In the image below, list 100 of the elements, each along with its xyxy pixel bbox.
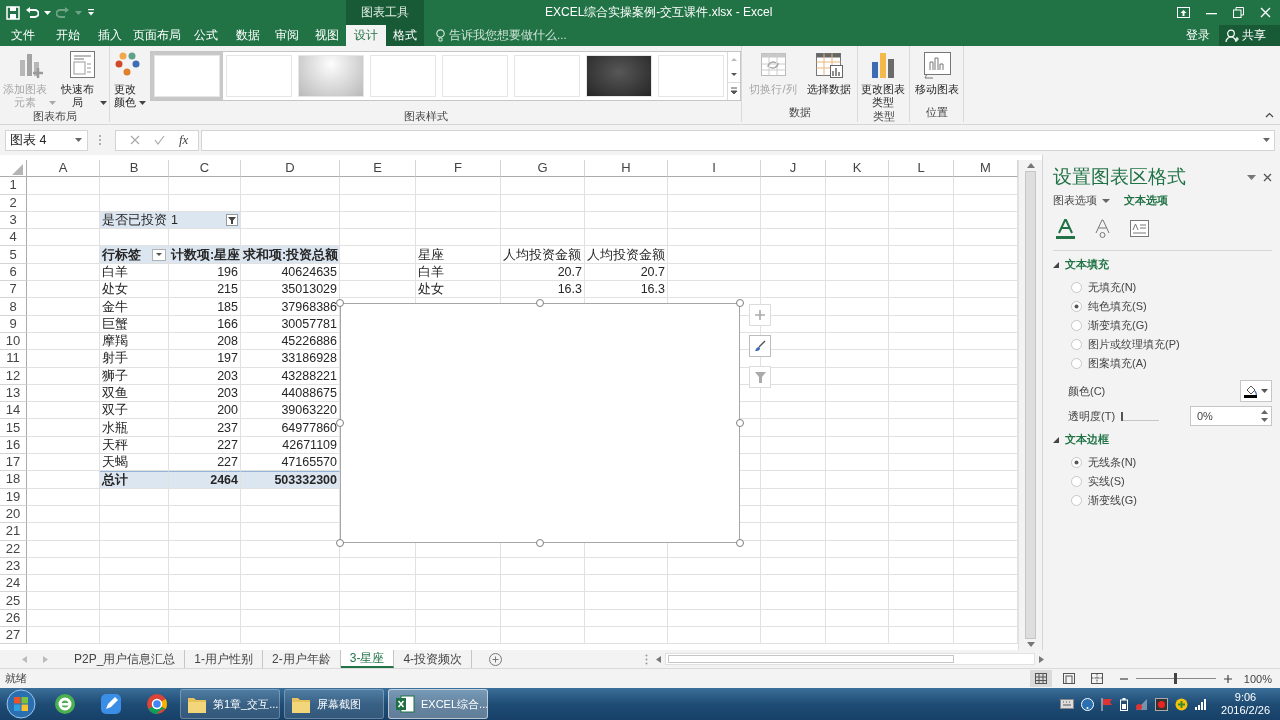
radio-option[interactable]: 实线(S) xyxy=(1071,474,1272,489)
column-header[interactable]: F xyxy=(416,160,501,178)
column-header[interactable]: C xyxy=(169,160,241,178)
section-header[interactable]: 文本边框 xyxy=(1053,432,1272,447)
sheet-cell[interactable]: 40624635 xyxy=(241,263,340,282)
quick-layout-button[interactable]: 快速布局 xyxy=(57,50,107,109)
sign-in-link[interactable]: 登录 xyxy=(1177,25,1219,46)
sheet-cell[interactable]: 求和项:投资总额 xyxy=(241,246,340,264)
column-header[interactable]: L xyxy=(889,160,954,178)
change-chart-type-button[interactable]: 更改图表类型 xyxy=(860,50,906,109)
radio-option[interactable]: 纯色填充(S) xyxy=(1071,299,1272,314)
name-box[interactable]: 图表 4 xyxy=(5,129,88,151)
row-header[interactable]: 17 xyxy=(0,454,27,472)
clock[interactable]: 9:06 2016/2/26 xyxy=(1221,691,1270,717)
pane-tab[interactable]: 图表选项 xyxy=(1053,193,1110,208)
taskbar-button[interactable]: 屏幕截图 xyxy=(284,689,384,719)
row-header[interactable]: 2 xyxy=(0,194,27,212)
sheet-cell[interactable]: 星座 xyxy=(416,246,501,264)
sheet-cell[interactable]: 237 xyxy=(169,419,241,437)
select-data-button[interactable]: 选择数据 xyxy=(803,50,855,96)
sheet-cell[interactable]: 行标签 xyxy=(100,246,169,264)
sheet-cell[interactable]: 人均投资金额 xyxy=(501,246,585,264)
column-header[interactable]: H xyxy=(585,160,668,178)
row-header[interactable]: 8 xyxy=(0,298,27,316)
sheet-cell[interactable]: 503332300 xyxy=(241,471,340,489)
ribbon-tab[interactable]: 数据 xyxy=(228,25,267,46)
radio-option[interactable]: 无线条(N) xyxy=(1071,455,1272,470)
sheet-cell[interactable]: 金牛 xyxy=(100,298,169,316)
sheet-cell[interactable]: 处女 xyxy=(416,281,501,299)
row-header[interactable]: 13 xyxy=(0,384,27,403)
insert-function-button[interactable]: fx xyxy=(179,132,189,148)
row-header[interactable]: 14 xyxy=(0,402,27,420)
ribbon-tab[interactable]: 视图 xyxy=(307,25,346,46)
column-header[interactable]: J xyxy=(761,160,826,178)
share-button[interactable]: 共享 xyxy=(1219,25,1280,46)
sheet-cell[interactable]: 196 xyxy=(169,263,241,282)
row-header[interactable]: 10 xyxy=(0,332,27,351)
row-header[interactable]: 24 xyxy=(0,575,27,593)
sheet-cell[interactable]: 是否已投资 xyxy=(100,211,169,230)
zoom-level[interactable]: 100% xyxy=(1243,672,1272,685)
radio-option[interactable]: 渐变线(G) xyxy=(1071,493,1272,508)
sheet-cell[interactable]: 166 xyxy=(169,315,241,333)
ribbon-tab[interactable]: 审阅 xyxy=(267,25,307,46)
radio-option[interactable]: 图案填充(A) xyxy=(1071,356,1272,371)
sheet-cell[interactable]: 2464 xyxy=(169,471,241,489)
sheet-cell[interactable]: 16.3 xyxy=(585,281,668,299)
ribbon-tab[interactable]: 公式 xyxy=(183,25,228,46)
sheet-cell[interactable]: 狮子 xyxy=(100,367,169,385)
row-header[interactable]: 23 xyxy=(0,557,27,576)
sheet-tab[interactable]: 3-星座 xyxy=(340,650,395,668)
row-header[interactable]: 22 xyxy=(0,540,27,558)
column-header[interactable]: B xyxy=(100,160,169,178)
sheet-cell[interactable]: 白羊 xyxy=(416,263,501,282)
sheet-cell[interactable]: 227 xyxy=(169,436,241,455)
sheet-cell[interactable]: 天秤 xyxy=(100,436,169,455)
radio-option[interactable]: 渐变填充(G) xyxy=(1071,318,1272,333)
row-header[interactable]: 19 xyxy=(0,488,27,506)
sheet-cell[interactable]: 摩羯 xyxy=(100,332,169,351)
row-header[interactable]: 3 xyxy=(0,211,27,230)
ribbon-tab[interactable]: 页面布局 xyxy=(130,25,183,46)
change-colors-button[interactable]: 更改颜色 xyxy=(112,50,146,109)
row-header[interactable]: 18 xyxy=(0,471,27,489)
column-header[interactable]: E xyxy=(340,160,416,178)
section-header[interactable]: 文本填充 xyxy=(1053,257,1272,272)
sheet-cell[interactable]: 20.7 xyxy=(585,263,668,282)
row-header[interactable]: 5 xyxy=(0,246,27,264)
sheet-cell[interactable]: 计数项:星座 xyxy=(169,246,241,264)
sheet-cell[interactable]: 白羊 xyxy=(100,263,169,282)
sheet-cell[interactable]: 巨蟹 xyxy=(100,315,169,333)
sheet-cell[interactable]: 203 xyxy=(169,384,241,403)
column-header[interactable]: A xyxy=(27,160,100,178)
sheet-cell[interactable]: 20.7 xyxy=(501,263,585,282)
row-header[interactable]: 20 xyxy=(0,505,27,524)
row-header[interactable]: 16 xyxy=(0,436,27,455)
sheet-cell[interactable]: 185 xyxy=(169,298,241,316)
tell-me-field[interactable]: 告诉我您想要做什么... xyxy=(436,25,567,46)
column-header[interactable]: G xyxy=(501,160,585,178)
radio-option[interactable]: 无填充(N) xyxy=(1071,280,1272,295)
column-header[interactable]: I xyxy=(668,160,761,178)
sheet-cell[interactable]: 射手 xyxy=(100,350,169,368)
sheet-cell[interactable]: 215 xyxy=(169,281,241,299)
radio-option[interactable]: 图片或纹理填充(P) xyxy=(1071,337,1272,352)
ribbon-tab[interactable]: 开始 xyxy=(46,25,89,46)
row-header[interactable]: 12 xyxy=(0,367,27,385)
sheet-cell[interactable]: 1 xyxy=(169,211,241,230)
row-header[interactable]: 9 xyxy=(0,315,27,333)
row-header[interactable]: 4 xyxy=(0,229,27,247)
row-header[interactable]: 7 xyxy=(0,281,27,299)
transparency-field[interactable]: 0% xyxy=(1190,406,1272,426)
row-header[interactable]: 21 xyxy=(0,523,27,541)
sheet-cell[interactable]: 处女 xyxy=(100,281,169,299)
row-header[interactable]: 11 xyxy=(0,350,27,368)
pane-tab[interactable]: 文本选项 xyxy=(1124,193,1168,208)
sheet-cell[interactable]: 203 xyxy=(169,367,241,385)
row-header[interactable]: 26 xyxy=(0,609,27,627)
sheet-cell[interactable]: 总计 xyxy=(100,471,169,489)
sheet-cell[interactable]: 200 xyxy=(169,402,241,420)
row-header[interactable]: 6 xyxy=(0,263,27,282)
taskbar-button[interactable]: 第1章_交互... xyxy=(180,689,280,719)
sheet-cell[interactable]: 双鱼 xyxy=(100,384,169,403)
